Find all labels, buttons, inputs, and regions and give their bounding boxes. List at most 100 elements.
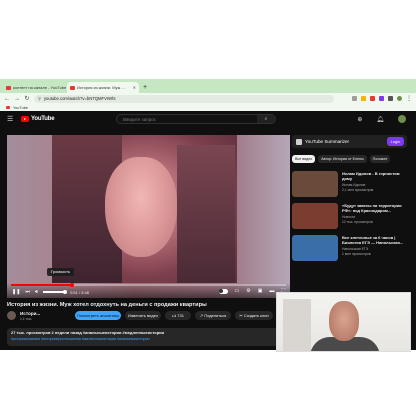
- list-item[interactable]: Ислам Идилов - В горнистом дому Ислам Ид…: [292, 171, 407, 197]
- clip-label: Создать клип: [243, 313, 269, 318]
- tab-label: контент на канале - YouTube: [13, 85, 67, 90]
- screen: контент на канале - YouTube ✕ История из…: [0, 0, 416, 416]
- video-frame-face: [105, 157, 177, 257]
- video-frame-detail: [177, 145, 235, 283]
- like-count: 731: [177, 313, 184, 318]
- youtube-play-icon: [21, 116, 29, 122]
- reload-icon[interactable]: ↻: [24, 95, 30, 102]
- search-icon[interactable]: ⌕: [257, 115, 275, 123]
- progress-handle[interactable]: [69, 282, 74, 287]
- subtitles-icon[interactable]: ▭: [235, 288, 240, 294]
- progress-bar[interactable]: [11, 282, 286, 287]
- volume-tooltip: Громкость: [47, 268, 75, 276]
- chip-author[interactable]: Автор: Истории от Елены: [318, 155, 367, 163]
- login-button[interactable]: Login: [387, 137, 404, 146]
- youtube-favicon-icon: [70, 85, 75, 90]
- youtube-favicon-icon: [6, 85, 11, 90]
- tab-label: История из жизни. Муж ...: [77, 85, 125, 90]
- channel-subscribers: 1,1 тыс.: [20, 317, 33, 321]
- create-icon[interactable]: ⊕: [357, 116, 362, 123]
- search-placeholder: Введите запрос: [123, 116, 156, 122]
- extension-icon[interactable]: [370, 96, 375, 101]
- url-text: youtube.com/watch?v=bNTQMFVrWhI: [43, 96, 116, 101]
- webcam-background: [283, 299, 311, 351]
- tab-video[interactable]: История из жизни. Муж ... ✕: [67, 82, 139, 93]
- search-input[interactable]: Введите запрос ⌕: [116, 114, 276, 124]
- webcam-overlay: [276, 292, 411, 352]
- youtube-logo[interactable]: YouTube: [21, 116, 55, 122]
- new-tab-icon[interactable]: +: [143, 82, 147, 93]
- header-icons: ⊕ 🔔︎: [357, 115, 406, 123]
- summarizer-title: YouTube Summarizer: [305, 139, 350, 144]
- sidebar-chips: Все видео Автор: Истории от Елены Похоже…: [292, 155, 407, 164]
- description-box[interactable]: 27 тыс. просмотров 2 недели назад #аналь…: [7, 328, 290, 346]
- like-button[interactable]: 👍︎ 731: [165, 311, 191, 320]
- player-controls: ❚❚ ⏭ 🔊︎ 0:51 / 3:46 ▭ ⚙ ▣ ▬ ⛶: [7, 282, 290, 298]
- rec-title[interactable]: Ислам Идилов - В горнистом дому: [342, 171, 407, 181]
- time-display: 0:51 / 3:46: [70, 289, 89, 295]
- rec-title[interactable]: «Будут завесы на территории РФ»: под Кра…: [342, 203, 407, 213]
- kebab-menu-icon[interactable]: ⋮: [406, 95, 412, 102]
- channel-row: Истори... 1,1 тыс. Посмотреть аналитику …: [7, 310, 290, 324]
- clip-button[interactable]: ✂ Создать клип: [235, 311, 273, 320]
- profile-icon[interactable]: [397, 96, 402, 101]
- rec-views: 1 млн просмотров: [342, 252, 371, 256]
- rec-channel: Ислам Идилов: [342, 183, 366, 187]
- miniplayer-icon[interactable]: ▣: [258, 288, 263, 294]
- channel-name[interactable]: Истори...: [20, 311, 40, 316]
- settings-gear-icon[interactable]: ⚙: [246, 288, 250, 294]
- rec-channel: Напольская ЕГЭ: [342, 247, 369, 251]
- bookmarks-bar: YouTube: [0, 104, 416, 111]
- channel-avatar[interactable]: [7, 311, 16, 320]
- puzzle-icon[interactable]: [388, 96, 393, 101]
- notifications-icon[interactable]: 🔔︎: [376, 116, 384, 123]
- browser-toolbar: ← → ↻ ⚲ youtube.com/watch?v=bNTQMFVrWhI …: [0, 93, 416, 104]
- site-info-icon[interactable]: ⚲: [38, 96, 41, 101]
- tab-studio[interactable]: контент на канале - YouTube ✕: [3, 82, 67, 93]
- description-meta: 27 тыс. просмотров 2 недели назад #аналь…: [11, 330, 165, 335]
- tab-bar: контент на канале - YouTube ✕ История из…: [0, 79, 416, 93]
- summarizer-panel: YouTube Summarizer Login: [292, 135, 407, 148]
- video-thumbnail[interactable]: [292, 203, 338, 229]
- next-icon[interactable]: ⏭: [25, 289, 30, 295]
- video-player[interactable]: Громкость ❚❚ ⏭ 🔊︎ 0:51 / 3:46 ▭ ⚙ ▣ ▬ ⛶: [7, 135, 290, 298]
- summarizer-icon: [296, 138, 302, 145]
- avatar[interactable]: [398, 115, 406, 123]
- close-icon[interactable]: ✕: [133, 85, 136, 90]
- autoplay-toggle[interactable]: [218, 288, 228, 294]
- video-title: История из жизни. Муж хотел отдохнуть на…: [7, 302, 207, 308]
- address-bar[interactable]: ⚲ youtube.com/watch?v=bNTQMFVrWhI: [34, 94, 334, 103]
- share-icon[interactable]: [352, 96, 357, 101]
- forward-icon[interactable]: →: [14, 96, 20, 102]
- volume-slider[interactable]: [43, 290, 68, 294]
- list-item[interactable]: «Будут завесы на территории РФ»: под Кра…: [292, 203, 407, 229]
- hamburger-menu-icon[interactable]: ☰: [7, 115, 17, 123]
- video-thumbnail[interactable]: [292, 171, 338, 197]
- rec-views: 2,1 млн просмотров: [342, 188, 374, 192]
- logo-text: YouTube: [31, 116, 55, 122]
- description-tags[interactable]: #историиизжизни #историипроотношения #жи…: [11, 337, 286, 341]
- edit-video-button[interactable]: Изменить видео: [125, 311, 161, 320]
- progress-fill: [11, 284, 72, 286]
- chip-similar[interactable]: Похожее: [369, 155, 391, 163]
- rec-title[interactable]: Все клеточные за 6 часов | Биология ЕГЭ …: [342, 235, 407, 245]
- analytics-button[interactable]: Посмотреть аналитику: [75, 311, 121, 320]
- theater-mode-icon[interactable]: ▬: [269, 288, 274, 294]
- rec-views: 12 тыс. просмотров: [342, 220, 373, 224]
- extension-icon[interactable]: [379, 96, 384, 101]
- video-thumbnail[interactable]: [292, 235, 338, 261]
- list-item[interactable]: Все клеточные за 6 часов | Биология ЕГЭ …: [292, 235, 407, 261]
- share-button[interactable]: ↗ Поделиться: [195, 311, 231, 320]
- bookmark-youtube[interactable]: YouTube: [13, 106, 28, 110]
- bookmark-star-icon[interactable]: [361, 96, 366, 101]
- back-icon[interactable]: ←: [4, 96, 10, 102]
- pause-icon[interactable]: ❚❚: [12, 289, 20, 295]
- webcam-person-head: [329, 301, 359, 341]
- youtube-header: ☰ YouTube Введите запрос ⌕ ⊕ 🔔︎: [0, 111, 416, 127]
- share-label: Поделиться: [204, 313, 227, 318]
- youtube-favicon-icon: [6, 106, 10, 109]
- volume-icon[interactable]: 🔊︎: [35, 289, 38, 295]
- extensions-area: ⋮: [352, 95, 412, 102]
- chip-all[interactable]: Все видео: [292, 155, 316, 163]
- controls-left: ❚❚ ⏭ 🔊︎ 0:51 / 3:46: [12, 289, 89, 295]
